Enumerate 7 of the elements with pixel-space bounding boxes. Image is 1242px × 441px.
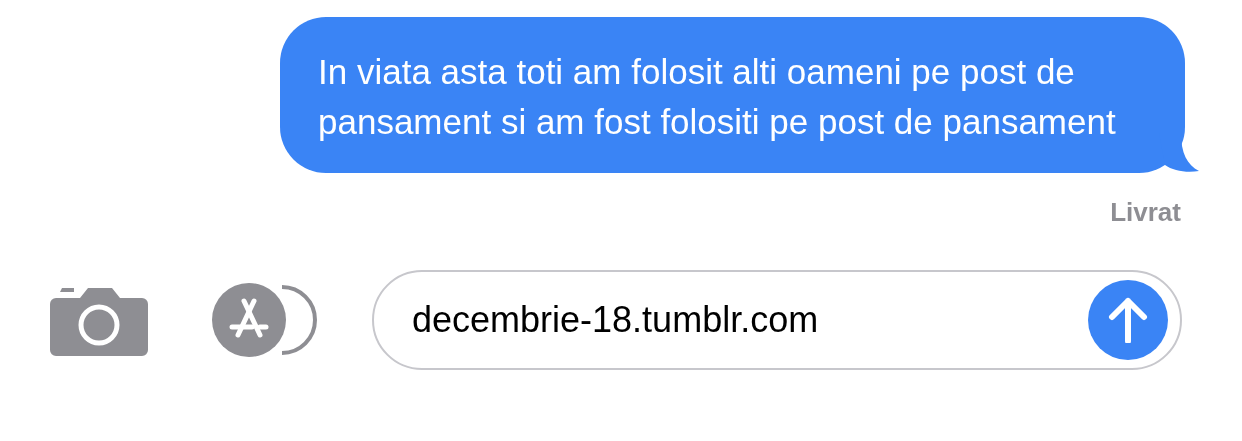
- send-button[interactable]: [1088, 280, 1168, 360]
- arrow-up-icon: [1108, 297, 1148, 343]
- app-store-icon[interactable]: [212, 283, 318, 357]
- input-value: decembrie-18.tumblr.com: [412, 298, 820, 342]
- message-input-field[interactable]: decembrie-18.tumblr.com: [372, 270, 1182, 370]
- message-text: In viata asta toti am folosit alti oameni pe post de pansament si am fost folositi pe post de pansament: [318, 51, 1117, 143]
- delivery-status: Livrat: [1110, 196, 1181, 229]
